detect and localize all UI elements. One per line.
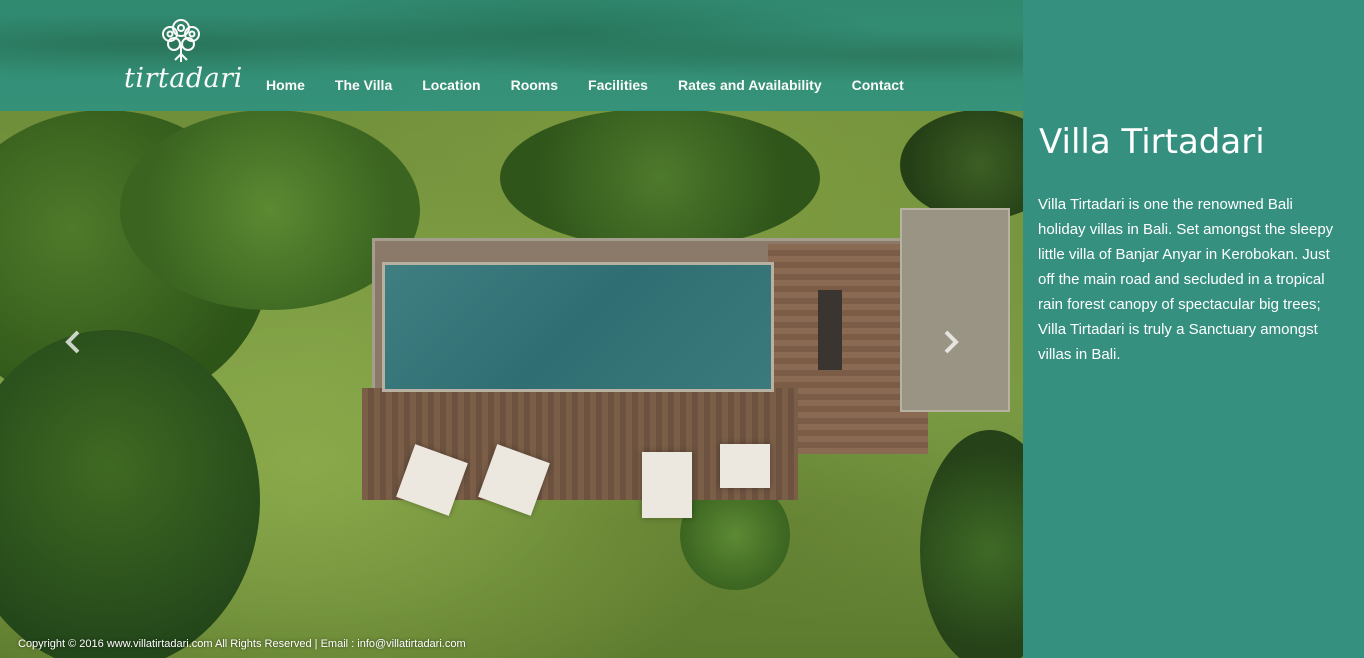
nav-item-contact[interactable]: Contact bbox=[837, 77, 919, 93]
hero-image-table bbox=[818, 290, 842, 370]
slider-next-button[interactable] bbox=[936, 328, 964, 356]
nav-item-location[interactable]: Location bbox=[407, 77, 495, 93]
nav-item-rooms[interactable]: Rooms bbox=[496, 77, 573, 93]
hero-slider: tirtadari Home The Villa Location Rooms … bbox=[0, 0, 1023, 658]
main-nav: Home The Villa Location Rooms Facilities… bbox=[251, 77, 919, 93]
slider-prev-button[interactable] bbox=[60, 328, 88, 356]
hero-image-pool bbox=[382, 262, 774, 392]
logo-wordmark: tirtadari bbox=[124, 63, 243, 94]
nav-item-home[interactable]: Home bbox=[251, 77, 320, 93]
chevron-right-icon bbox=[944, 330, 959, 354]
chevron-left-icon bbox=[65, 330, 80, 354]
hero-image-umbrella bbox=[720, 444, 770, 488]
info-panel: Villa Tirtadari Villa Tirtadari is one t… bbox=[1023, 0, 1364, 658]
site-header: tirtadari Home The Villa Location Rooms … bbox=[0, 0, 1023, 111]
panel-description: Villa Tirtadari is one the renowned Bali… bbox=[1038, 196, 1334, 363]
nav-item-rates-and-availability[interactable]: Rates and Availability bbox=[663, 77, 837, 93]
nav-item-the-villa[interactable]: The Villa bbox=[320, 77, 407, 93]
site-logo[interactable]: tirtadari bbox=[124, 14, 243, 100]
panel-title: Villa Tirtadari bbox=[1039, 122, 1265, 162]
tree-logo-icon bbox=[162, 19, 200, 62]
hero-image-umbrella bbox=[642, 452, 692, 518]
hero-image-tree bbox=[500, 108, 820, 248]
hero-image-pavilion bbox=[900, 208, 1010, 412]
footer-copyright: Copyright © 2016 www.villatirtadari.com … bbox=[18, 638, 466, 650]
nav-item-facilities[interactable]: Facilities bbox=[573, 77, 663, 93]
